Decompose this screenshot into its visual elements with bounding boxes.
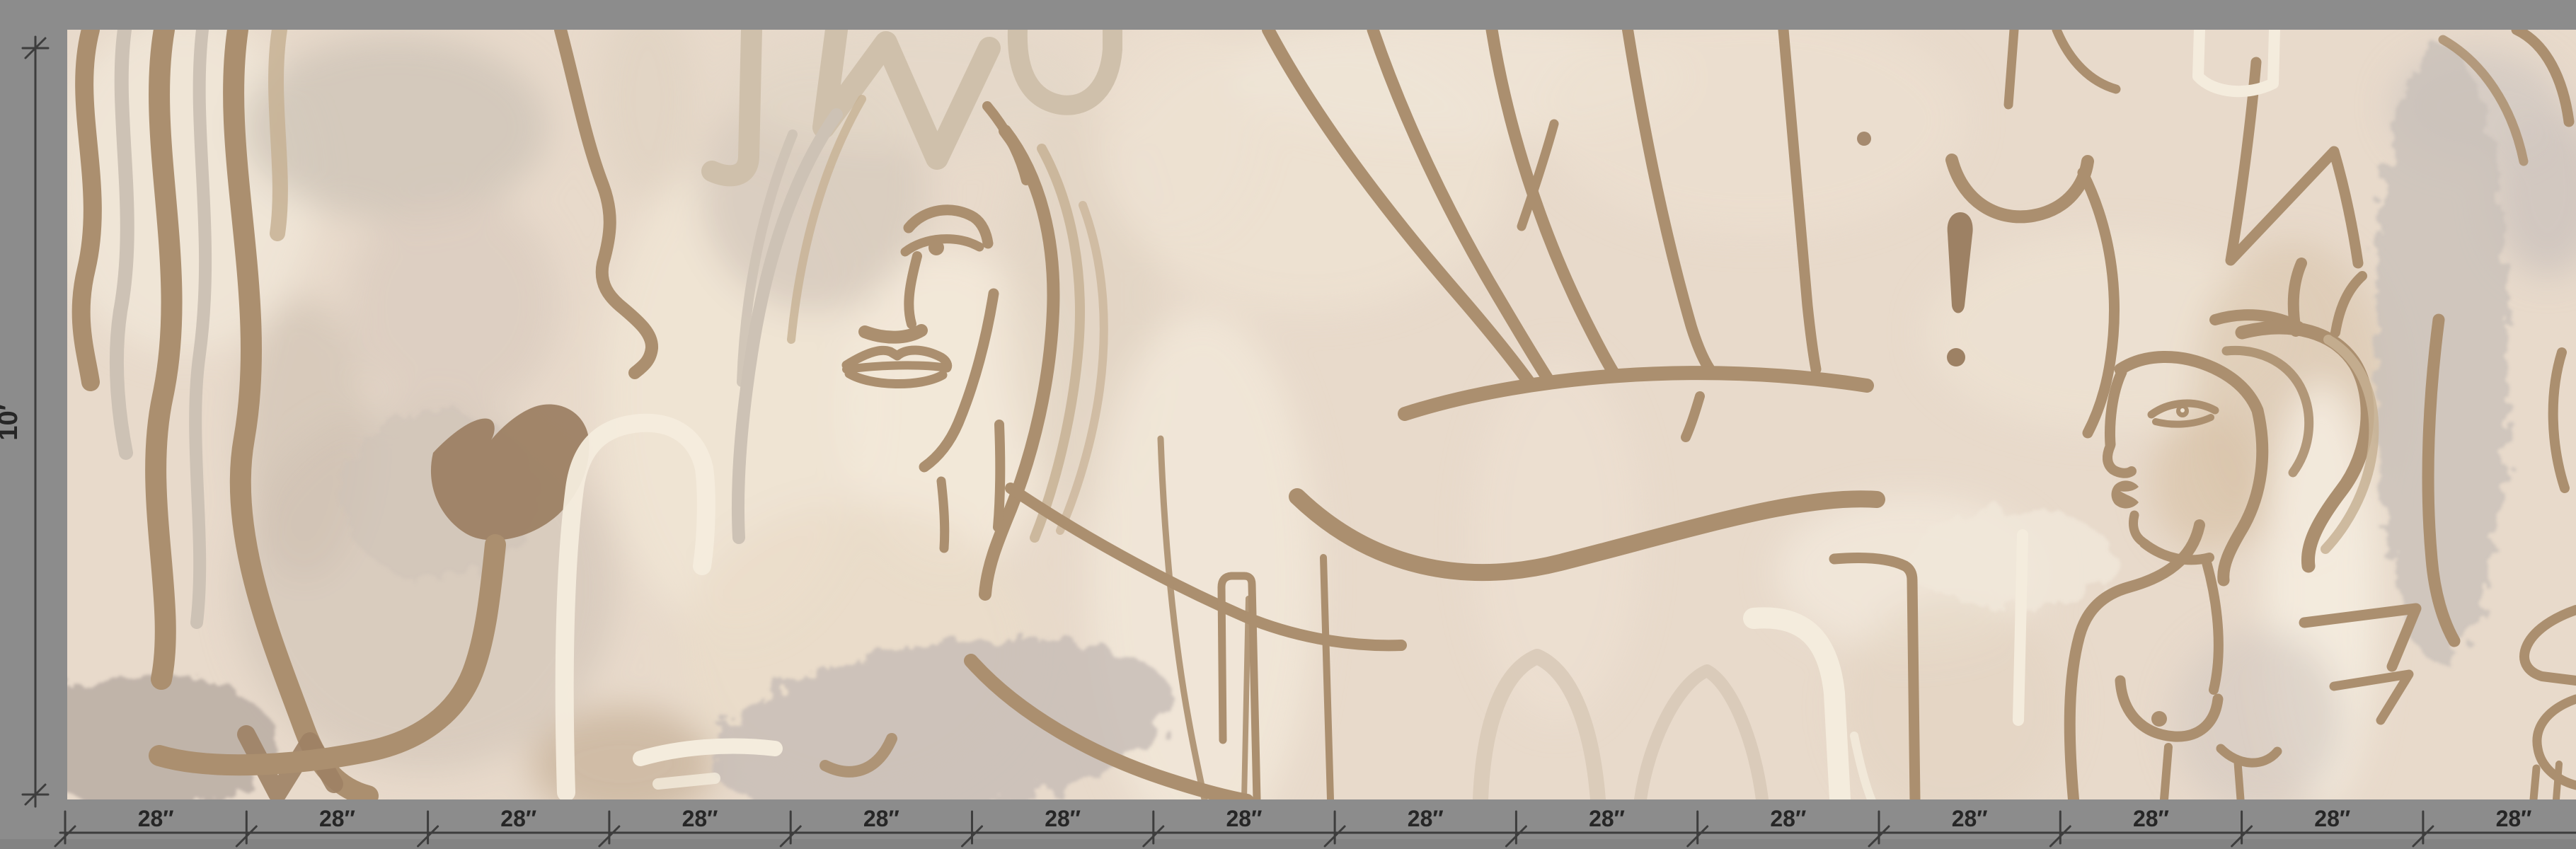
panel-width-label: 28″ [1770, 806, 1806, 831]
panel-width-label: 28″ [2133, 806, 2169, 831]
panel-width-label: 28″ [319, 806, 355, 831]
panel-width-label: 28″ [1226, 806, 1262, 831]
panel-width-label: 28″ [682, 806, 718, 831]
panel-width-label: 28″ [2314, 806, 2350, 831]
panel-width-label: 28″ [138, 806, 174, 831]
height-label: 10′ [0, 404, 23, 440]
panel-width-label: 28″ [500, 806, 536, 831]
frame-bottom-strip [0, 839, 2576, 849]
panel-width-label: 28″ [2496, 806, 2532, 831]
panel-width-label: 28″ [1408, 806, 1444, 831]
mural-canvas [21, 0, 2576, 849]
panel-width-label: 28″ [1589, 806, 1625, 831]
panel-width-label: 28″ [1045, 806, 1081, 831]
panel-width-label: 28″ [1952, 806, 1988, 831]
mural-preview: 10′ 28″ 28″ 28″ 28″ 28″ 28″ 28″ 28″ 28″ 28″ 28″ 28″… [0, 0, 2576, 849]
panel-width-label: 28″ [863, 806, 899, 831]
mural-artwork: 10′ 28″ 28″ 28″ 28″ 28″ 28″ 28″ 28″ 28″ 28″ 28″ 28″… [0, 0, 2576, 849]
